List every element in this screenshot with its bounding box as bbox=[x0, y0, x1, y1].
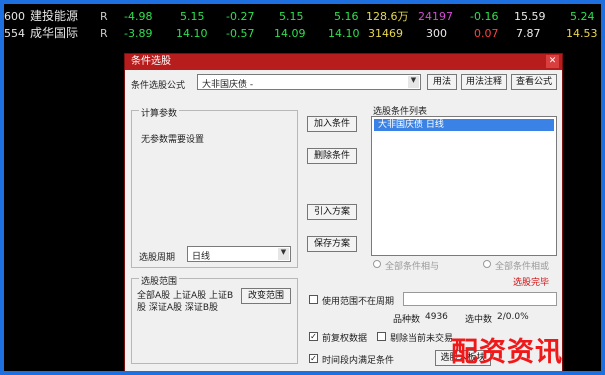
stock-code: 554 bbox=[4, 27, 25, 40]
use-range-label: 使用范围不在周期 bbox=[322, 297, 395, 307]
chevron-down-icon: ▼ bbox=[278, 248, 289, 260]
pre-data-label: 前复权数据 bbox=[322, 334, 368, 344]
open: 5.24 bbox=[570, 10, 595, 23]
period-select[interactable]: 日线 ▼ bbox=[187, 246, 291, 262]
all-and-label: 全部条件相与 bbox=[385, 262, 440, 272]
bid: 5.15 bbox=[279, 10, 304, 23]
use-range-checkbox[interactable] bbox=[309, 295, 318, 304]
period-value: 日线 bbox=[192, 252, 211, 262]
all-or-label: 全部条件相或 bbox=[495, 262, 550, 272]
save-block-checkbox[interactable]: ✓ bbox=[309, 354, 318, 363]
total-label: 品种数 bbox=[393, 315, 421, 325]
formula-select[interactable]: 大非国庆债 - ▼ bbox=[197, 74, 421, 90]
stock-name: 建投能源 bbox=[30, 9, 79, 23]
all-and-radio[interactable] bbox=[373, 260, 381, 268]
rise-speed: -0.16 bbox=[470, 10, 499, 23]
selected-label: 选中数 bbox=[465, 315, 493, 325]
price: 14.10 bbox=[176, 27, 208, 40]
stock-code: 600 bbox=[4, 10, 25, 23]
current-volume: 300 bbox=[426, 27, 447, 40]
stock-flag: R bbox=[100, 10, 108, 23]
stock-screener-dialog: 条件选股 ✕ 条件选股公式 大非国庆债 - ▼ 用法 用法注释 查看公式 计算参… bbox=[124, 53, 563, 371]
current-volume: 24197 bbox=[418, 10, 453, 23]
dialog-title-bar[interactable]: 条件选股 ✕ bbox=[125, 54, 562, 70]
usage-comment-button[interactable]: 用法注释 bbox=[461, 74, 507, 90]
change: -0.57 bbox=[226, 27, 255, 40]
open: 14.53 bbox=[566, 27, 598, 40]
formula-label: 条件选股公式 bbox=[131, 81, 186, 91]
chevron-down-icon: ▼ bbox=[408, 76, 419, 88]
pre-data-checkbox[interactable]: ✓ bbox=[309, 332, 318, 341]
volume: 128.6万 bbox=[366, 10, 409, 23]
view-formula-button[interactable]: 查看公式 bbox=[511, 74, 557, 90]
close-icon[interactable]: ✕ bbox=[546, 55, 559, 68]
price: 5.15 bbox=[180, 10, 205, 23]
change-range-button[interactable]: 改变范围 bbox=[241, 288, 291, 304]
rise-speed: 0.07 bbox=[474, 27, 499, 40]
change-pct: -3.89 bbox=[124, 27, 153, 40]
range-text: 全部A股 上证A股 上证B股 深证A股 深证B股 bbox=[137, 291, 234, 313]
usage-button[interactable]: 用法 bbox=[427, 74, 457, 90]
params-empty-text: 无参数需要设置 bbox=[141, 135, 205, 145]
quote-row[interactable]: 600 建投能源 R -4.98 5.15 -0.27 5.15 5.16 12… bbox=[4, 8, 601, 25]
turnover: 7.87 bbox=[516, 27, 541, 40]
progress-bar bbox=[403, 292, 557, 306]
save-block-label: 时间段内满足条件 bbox=[322, 356, 395, 366]
params-title: 计算参数 bbox=[139, 106, 180, 119]
add-condition-button[interactable]: 加入条件 bbox=[307, 116, 357, 132]
total-value: 4936 bbox=[425, 312, 448, 322]
volume: 31469 bbox=[368, 27, 403, 40]
formula-value: 大非国庆债 - bbox=[202, 80, 254, 90]
bid: 14.09 bbox=[274, 27, 306, 40]
status-text: 选股完毕 bbox=[513, 278, 550, 288]
turnover: 15.59 bbox=[514, 10, 546, 23]
change-pct: -4.98 bbox=[124, 10, 153, 23]
list-item[interactable]: 大非国庆债 日线 bbox=[374, 119, 554, 131]
period-label: 选股周期 bbox=[139, 253, 176, 263]
change: -0.27 bbox=[226, 10, 255, 23]
ask: 14.10 bbox=[328, 27, 360, 40]
import-scheme-button[interactable]: 引入方案 bbox=[307, 204, 357, 220]
stock-quote-window: 600 建投能源 R -4.98 5.15 -0.27 5.15 5.16 12… bbox=[4, 4, 601, 371]
dialog-title: 条件选股 bbox=[131, 56, 171, 67]
stock-flag: R bbox=[100, 27, 108, 40]
ask: 5.16 bbox=[334, 10, 359, 23]
stock-name: 成华国际 bbox=[30, 26, 79, 40]
range-title: 选股范围 bbox=[139, 274, 180, 287]
quote-row[interactable]: 554 成华国际 R -3.89 14.10 -0.57 14.09 14.10… bbox=[4, 25, 601, 42]
condition-list[interactable]: 大非国庆债 日线 bbox=[371, 116, 557, 256]
watermark-text: 配资资讯 bbox=[451, 337, 563, 368]
remove-untraded-checkbox[interactable] bbox=[377, 332, 386, 341]
save-scheme-button[interactable]: 保存方案 bbox=[307, 236, 357, 252]
remove-untraded-label: 剔除当前未交易 bbox=[390, 334, 454, 344]
delete-condition-button[interactable]: 删除条件 bbox=[307, 148, 357, 164]
selected-value: 2/0.0% bbox=[497, 312, 529, 322]
all-or-radio[interactable] bbox=[483, 260, 491, 268]
